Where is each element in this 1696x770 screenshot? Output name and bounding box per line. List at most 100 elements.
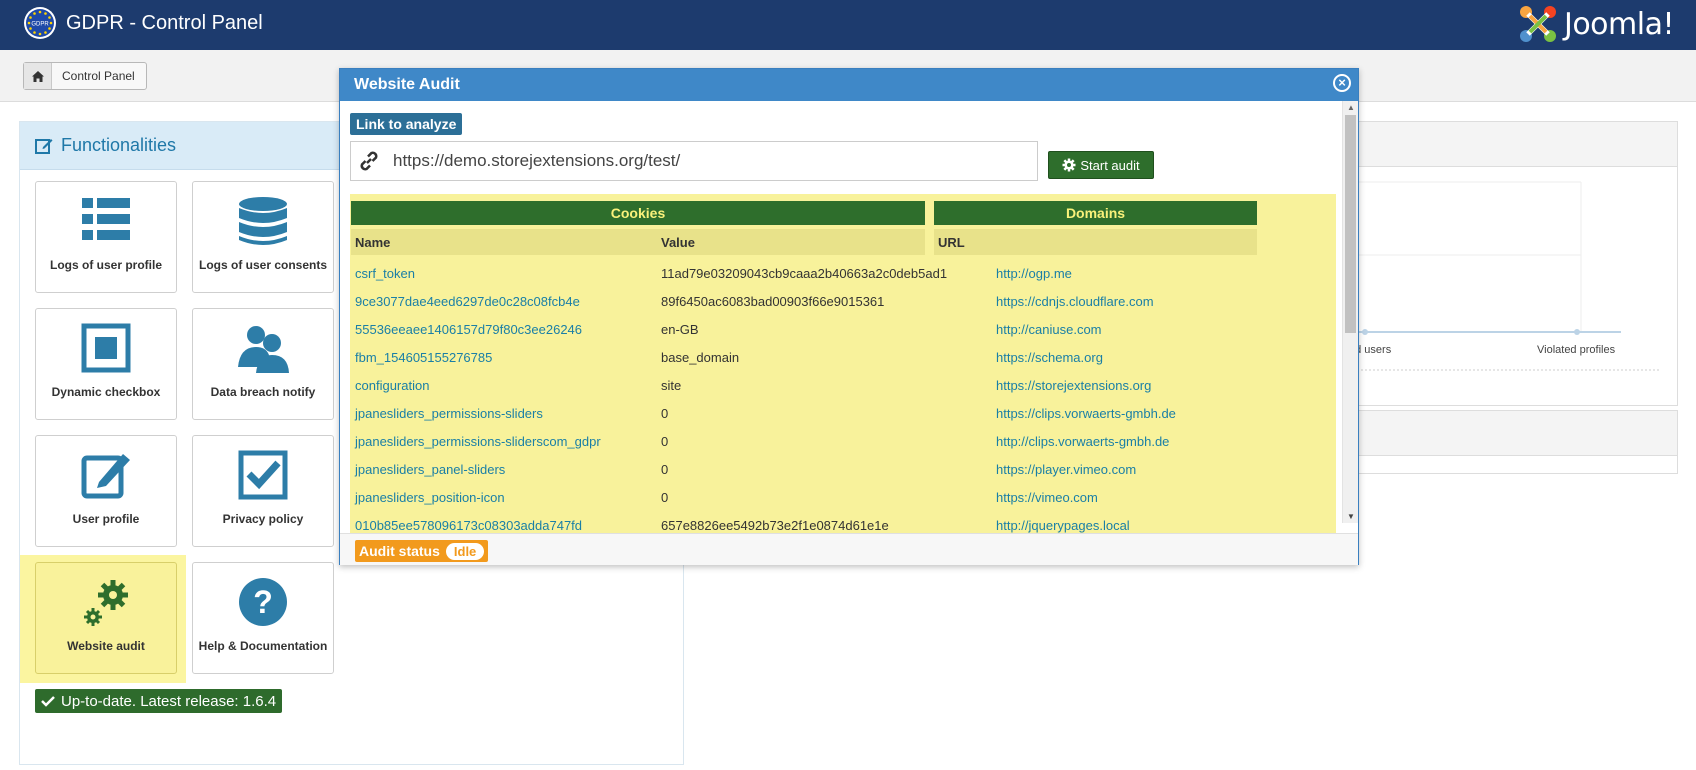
domain-url[interactable]: http://caniuse.com — [996, 322, 1102, 337]
joomla-logo-icon — [1519, 6, 1556, 42]
question-icon: ? — [239, 578, 287, 626]
table-row: jpanesliders_position-icon 0 https://vim… — [350, 483, 1336, 511]
top-header: GDPR GDPR - Control Panel Joomla! — [0, 0, 1696, 50]
cookie-name[interactable]: 55536eeaee1406157d79f80c3ee26246 — [355, 322, 582, 337]
cookie-value: 0 — [661, 461, 669, 477]
close-icon[interactable]: × — [1333, 74, 1351, 92]
cookie-name[interactable]: 010b85ee578096173c08303adda747fd — [355, 518, 582, 533]
domain-url[interactable]: https://schema.org — [996, 350, 1103, 365]
stats-chart — [1341, 181, 1661, 371]
col-value-header: Value — [661, 234, 695, 250]
users-icon — [238, 326, 289, 373]
home-icon — [24, 63, 52, 89]
secondary-panel — [1340, 410, 1678, 474]
domains-title: Domains — [934, 201, 1257, 225]
modal-footer: Audit status Idle — [340, 533, 1358, 565]
cookie-name[interactable]: fbm_154605155276785 — [355, 350, 492, 365]
check-icon — [41, 696, 55, 707]
audit-results-area: Cookies Domains Name Value URL csrf_toke… — [350, 194, 1336, 533]
table-row: fbm_154605155276785 base_domain https://… — [350, 343, 1336, 371]
tile-label: Website audit — [67, 639, 145, 653]
table-row: csrf_token 11ad79e03209043cb9caaa2b40663… — [350, 259, 1336, 287]
cookie-name[interactable]: csrf_token — [355, 266, 415, 281]
tile-help-documentation[interactable]: ? Help & Documentation — [192, 562, 334, 674]
tile-label: Data breach notify — [210, 385, 316, 399]
domain-url[interactable]: http://jquerypages.local — [996, 518, 1130, 533]
tile-label: Logs of user profile — [49, 258, 162, 272]
cookie-name[interactable]: jpanesliders_position-icon — [355, 490, 505, 505]
tile-logs-user-profile[interactable]: Logs of user profile — [35, 181, 177, 293]
cookie-value: 89f6450ac6083bad00903f66e9015361 — [661, 293, 885, 309]
tile-logs-user-consents[interactable]: Logs of user consents — [192, 181, 334, 293]
gears-icon — [84, 580, 128, 626]
audit-status-label: Audit status — [359, 543, 440, 559]
modal-scrollbar[interactable]: ▲ ▼ — [1342, 101, 1358, 523]
cookie-name[interactable]: configuration — [355, 378, 429, 393]
start-audit-label: Start audit — [1080, 157, 1140, 173]
domain-url[interactable]: https://storejextensions.org — [996, 378, 1151, 393]
cookie-name[interactable]: 9ce3077dae4eed6297de0c28c08fcb4e — [355, 294, 580, 309]
modal-body: ▲ ▼ Link to analyze Star — [340, 101, 1358, 533]
joomla-logo[interactable]: Joomla! — [1518, 4, 1675, 44]
table-row: jpanesliders_permissions-sliderscom_gdpr… — [350, 427, 1336, 455]
website-audit-modal: Website Audit × ▲ ▼ Link to analyze http… — [339, 68, 1359, 565]
tile-website-audit[interactable]: Website audit — [35, 562, 177, 674]
table-row: 9ce3077dae4eed6297de0c28c08fcb4e 89f6450… — [350, 287, 1336, 315]
gdpr-eu-logo: GDPR — [24, 7, 56, 39]
cookie-value: 11ad79e03209043cb9caaa2b40663a2c0deb5ad1 — [661, 265, 948, 281]
col-url-header: URL — [938, 234, 965, 250]
tile-user-profile[interactable]: User profile — [35, 435, 177, 547]
page-title: GDPR - Control Panel — [66, 12, 263, 34]
link-to-analyze-label: Link to analyze — [350, 113, 463, 135]
domain-url[interactable]: https://clips.vorwaerts-gmbh.de — [996, 406, 1176, 421]
stats-panel: ed users Violated profiles — [1340, 121, 1678, 406]
tile-label: Help & Documentation — [198, 639, 328, 653]
domain-url[interactable]: https://player.vimeo.com — [996, 462, 1136, 477]
gear-icon — [1062, 158, 1076, 172]
version-status-badge: Up-to-date. Latest release: 1.6.4 — [35, 689, 283, 713]
cookie-value: 657e8826ee5492b73e2f1e0874d61e1e — [661, 517, 889, 533]
chart-point — [1574, 329, 1580, 335]
domain-url[interactable]: http://ogp.me — [996, 266, 1072, 281]
domain-url[interactable]: https://vimeo.com — [996, 490, 1098, 505]
start-audit-button[interactable]: Start audit — [1048, 151, 1154, 179]
domain-url[interactable]: https://cdnjs.cloudflare.com — [996, 294, 1154, 309]
edit-icon — [35, 138, 53, 154]
cookie-value: en-GB — [661, 321, 699, 337]
breadcrumb-label: Control Panel — [62, 69, 135, 83]
tile-label: Logs of user consents — [198, 258, 328, 272]
cookie-name[interactable]: jpanesliders_panel-sliders — [355, 462, 505, 477]
cookie-name[interactable]: jpanesliders_permissions-sliders — [355, 406, 543, 421]
tile-label: Dynamic checkbox — [51, 385, 161, 399]
col-name-header: Name — [355, 234, 391, 250]
modal-header: Website Audit × — [340, 69, 1358, 101]
chart-point — [1362, 329, 1368, 335]
cookie-value: site — [661, 377, 682, 393]
audit-status-badge: Audit status Idle — [355, 540, 489, 562]
scroll-down-arrow-icon[interactable]: ▼ — [1347, 512, 1355, 521]
table-row: configuration site https://storejextensi… — [350, 371, 1336, 399]
table-row: 010b85ee578096173c08303adda747fd 657e882… — [350, 511, 1336, 533]
link-icon — [351, 149, 387, 173]
tile-label: Privacy policy — [222, 512, 304, 526]
joomla-wordmark: Joomla! — [1563, 6, 1675, 42]
stats-panel-header — [1341, 122, 1677, 167]
domain-url[interactable]: http://clips.vorwaerts-gmbh.de — [996, 434, 1169, 449]
cookie-name[interactable]: jpanesliders_permissions-sliderscom_gdpr — [355, 434, 601, 449]
control-panel-button[interactable]: Control Panel — [23, 62, 147, 90]
scroll-thumb[interactable] — [1345, 115, 1356, 333]
edit-icon — [81, 454, 130, 499]
cookies-header-row: Name Value — [351, 229, 925, 255]
cookie-value: 0 — [661, 405, 669, 421]
scroll-up-arrow-icon[interactable]: ▲ — [1347, 103, 1355, 112]
secondary-panel-header — [1341, 411, 1677, 456]
list-icon — [82, 198, 130, 240]
svg-text:?: ? — [253, 584, 273, 620]
tile-data-breach-notify[interactable]: Data breach notify — [192, 308, 334, 420]
table-row: jpanesliders_panel-sliders 0 https://pla… — [350, 455, 1336, 483]
version-status-text: Up-to-date. Latest release: 1.6.4 — [61, 692, 277, 710]
url-input[interactable] — [391, 150, 1021, 172]
tile-privacy-policy[interactable]: Privacy policy — [192, 435, 334, 547]
tile-dynamic-checkbox[interactable]: Dynamic checkbox — [35, 308, 177, 420]
table-row: jpanesliders_permissions-sliders 0 https… — [350, 399, 1336, 427]
